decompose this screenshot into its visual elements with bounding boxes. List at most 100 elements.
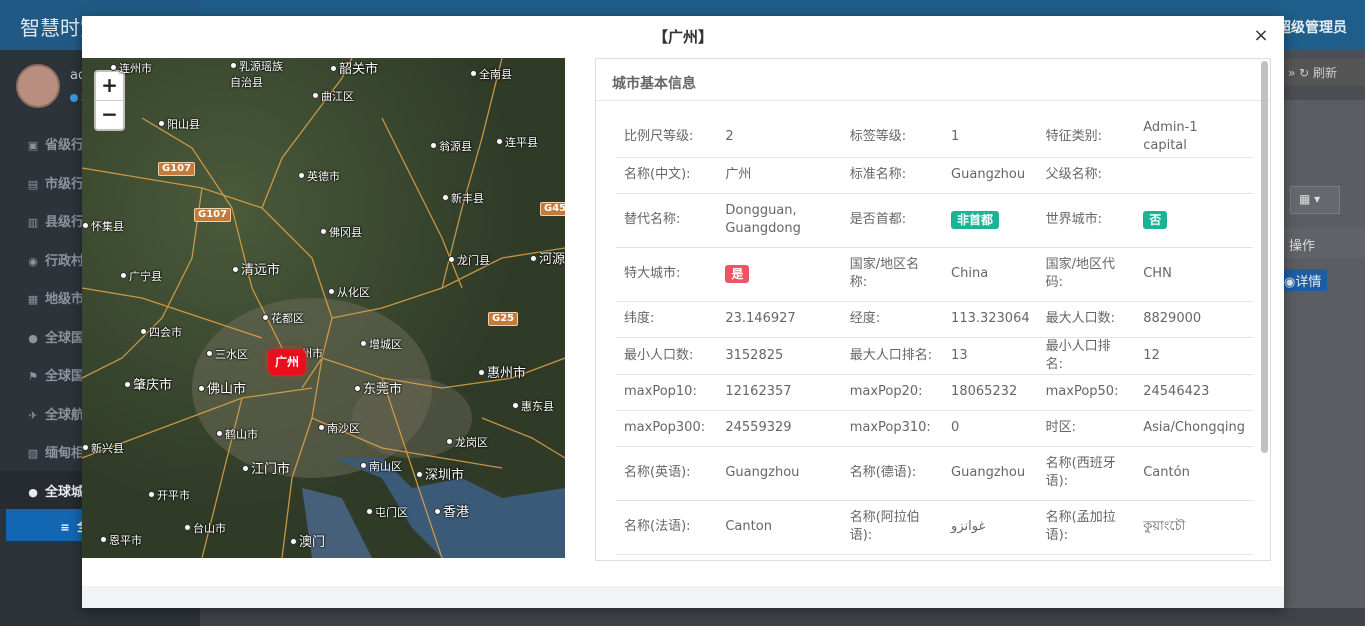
field-value: 13 bbox=[943, 336, 1038, 374]
table-row: 名称(英语): Guangzhou 名称(德语): Guangzhou 名称(西班牙语)… bbox=[616, 445, 1253, 500]
field-label: 名称(西班牙语): bbox=[1037, 445, 1136, 500]
map-label: 曲江区 bbox=[312, 88, 354, 104]
map-label: 韶关市 bbox=[330, 58, 378, 77]
field-label: 名称(中文): bbox=[616, 156, 718, 193]
field-value: 2 bbox=[725, 128, 734, 144]
map-label: 河源 bbox=[530, 248, 565, 267]
avatar bbox=[16, 64, 60, 108]
sidebar-item-label: 缅甸相 bbox=[45, 446, 85, 461]
map-label: 三水区 bbox=[206, 346, 248, 362]
field-value: CHN bbox=[1135, 246, 1253, 301]
close-icon[interactable]: × bbox=[1252, 27, 1270, 45]
field-value: 24559329 bbox=[717, 409, 842, 446]
field-value: 18065232 bbox=[943, 373, 1038, 410]
scrollbar[interactable] bbox=[1261, 61, 1268, 453]
map-label: 江门市 bbox=[242, 458, 290, 477]
field-value: 23.146927 bbox=[717, 300, 842, 337]
map-label: 恩平市 bbox=[100, 532, 142, 548]
modal-footer bbox=[82, 586, 1284, 608]
map-label: 佛冈县 bbox=[320, 224, 362, 240]
road-badge: G107 bbox=[194, 208, 232, 222]
refresh-button[interactable]: » ↻ 刷新 bbox=[1280, 58, 1365, 86]
field-value: Guangzhou bbox=[943, 156, 1038, 193]
globe-icon: ● bbox=[28, 331, 38, 345]
map-label: 增城区 bbox=[360, 336, 402, 352]
table-header-operation: 操作 bbox=[1282, 228, 1365, 258]
map-label: 花都区 bbox=[262, 310, 304, 326]
field-label: maxPop10: bbox=[616, 373, 718, 410]
field-value bbox=[943, 553, 1038, 560]
zoom-in-button[interactable]: + bbox=[96, 72, 123, 100]
table-row: 特大城市: 是 国家/地区名称: China 国家/地区代码: CHN bbox=[616, 246, 1253, 301]
map-label: 佛山市 bbox=[198, 378, 246, 397]
field-value: غوانزو bbox=[943, 499, 1038, 554]
map-label: 香港 bbox=[434, 501, 469, 520]
field-value: 1 bbox=[951, 128, 960, 144]
table-row: maxPop10: 12162357 maxPop20: 18065232 maxPop… bbox=[616, 373, 1253, 410]
sidebar-item-label: 行政村 bbox=[45, 253, 85, 269]
field-label: 标准名称: bbox=[841, 156, 944, 193]
modal-header: 【广州】 × bbox=[82, 16, 1284, 58]
table-row: maxPop300: 24559329 maxPop310: 0 时区: Asia/Cho… bbox=[616, 409, 1253, 446]
field-label: 国家/地区代码: bbox=[1037, 246, 1136, 301]
zoom-control: + − bbox=[94, 70, 125, 131]
map-label: 全南县 bbox=[470, 66, 512, 82]
status-badge: 是 bbox=[725, 264, 750, 283]
field-label: 名称(法语): bbox=[616, 499, 718, 554]
field-value bbox=[1135, 156, 1253, 193]
road-badge: G107 bbox=[158, 162, 196, 176]
flag-icon: ⚑ bbox=[28, 370, 38, 383]
map-label: 清远市 bbox=[232, 259, 280, 278]
map-label: 四会市 bbox=[140, 324, 182, 340]
sidebar-item-label: 全球城 bbox=[45, 484, 85, 500]
field-value: Dongguan, Guangdong bbox=[717, 192, 842, 247]
map-label: 连平县 bbox=[496, 134, 538, 150]
field-label bbox=[616, 553, 718, 560]
map-label: 新兴县 bbox=[82, 440, 124, 456]
sidebar-item-label: 省级行 bbox=[45, 138, 85, 153]
field-label: 纬度: bbox=[616, 300, 718, 337]
map-label: 新丰县 bbox=[442, 190, 484, 206]
field-label: 最小人口排名: bbox=[1037, 336, 1136, 374]
field-value: Guangzhou bbox=[717, 445, 842, 500]
field-value bbox=[717, 553, 842, 560]
map-view[interactable]: + − 连州市 乳源瑶族自治县 韶关市 全南县 曲江区 阳山县 翁源县 连平县 … bbox=[82, 58, 565, 558]
map-label: 龙门县 bbox=[448, 252, 490, 268]
field-label: maxPop50: bbox=[1037, 373, 1136, 410]
globe-icon: ● bbox=[28, 485, 38, 499]
field-value: কুয়াংচৌ bbox=[1135, 499, 1253, 554]
location-icon: ◉ bbox=[28, 254, 38, 268]
road-badge: G25 bbox=[488, 312, 519, 326]
zoom-out-button[interactable]: − bbox=[96, 100, 123, 128]
bar-chart-icon: ▦ bbox=[27, 293, 39, 306]
detail-button[interactable]: ◉详情 bbox=[1282, 269, 1327, 291]
content-panel bbox=[1284, 100, 1365, 620]
bottom-bar bbox=[200, 608, 1365, 626]
map-label: 台山市 bbox=[184, 520, 226, 536]
field-label: 名称(孟加拉语): bbox=[1037, 499, 1136, 554]
city-icon: ▤ bbox=[27, 177, 39, 191]
status-badge: 否 bbox=[1143, 210, 1168, 229]
field-label: 特大城市: bbox=[616, 246, 718, 301]
table-row: 替代名称: Dongguan, Guangdong 是否首都: 非首都 世界城市: 否 bbox=[616, 192, 1253, 247]
field-label: 最大人口排名: bbox=[841, 336, 944, 374]
plane-icon: ✈ bbox=[28, 408, 38, 422]
map-label: 广宁县 bbox=[120, 268, 162, 284]
field-label: 名称(德语): bbox=[841, 445, 944, 500]
sidebar-item-label: 全球国 bbox=[45, 330, 85, 346]
field-label: 替代名称: bbox=[616, 192, 718, 247]
field-value bbox=[1135, 553, 1253, 560]
online-status-icon bbox=[70, 94, 78, 102]
sidebar-item-label: 地级市 bbox=[45, 292, 85, 307]
field-label: 标签等级: bbox=[849, 128, 907, 144]
field-value: 是 bbox=[717, 246, 842, 301]
field-value: 3152825 bbox=[717, 336, 842, 374]
columns-toggle-button[interactable]: ▦ ▾ bbox=[1290, 186, 1340, 214]
map-label: 惠东县 bbox=[512, 398, 554, 414]
city-marker[interactable]: 广州 bbox=[268, 349, 307, 375]
map-label: 英德市 bbox=[298, 168, 340, 184]
map-label: 屯门区 bbox=[366, 504, 408, 520]
map-label: 东莞市 bbox=[354, 378, 402, 397]
sidebar-item-label: 县级行 bbox=[45, 215, 85, 230]
map-label: 惠州市 bbox=[478, 362, 526, 381]
